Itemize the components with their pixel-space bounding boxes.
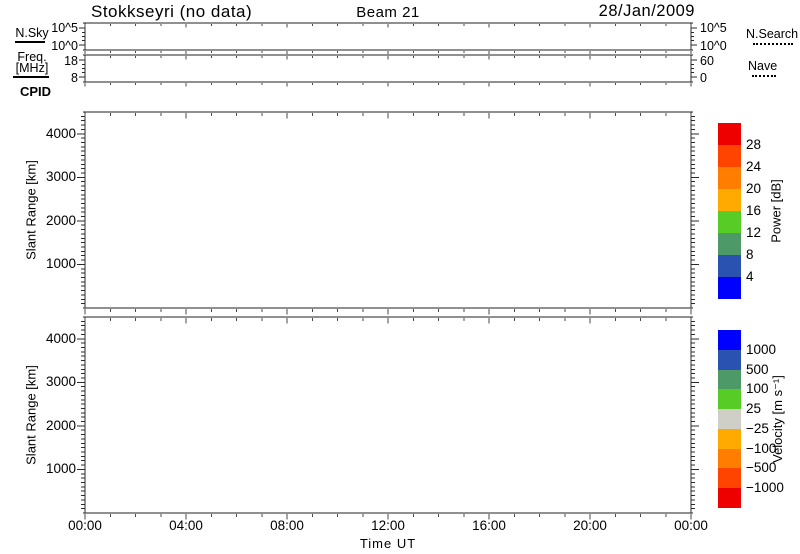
range-tick-label: 2000 xyxy=(45,212,76,228)
nave-right-tick-top: 60 xyxy=(700,53,714,68)
noise-left-tick-bottom: 10^0 xyxy=(51,38,78,53)
time-tick-label: 12:00 xyxy=(371,518,405,533)
velocity-colorbar-segment xyxy=(718,409,741,429)
power-colorbar-tick-label: 24 xyxy=(746,159,762,174)
time-tick-label: 00:00 xyxy=(674,518,708,533)
range-tick-label: 1000 xyxy=(45,256,76,272)
power-colorbar-tick-label: 8 xyxy=(746,247,754,262)
power-colorbar-tick-label: 4 xyxy=(746,269,754,284)
velocity-colorbar-segment xyxy=(718,428,741,449)
power-colorbar-tick-label: 16 xyxy=(746,203,762,218)
velocity-colorbar xyxy=(718,330,741,509)
time-tick-label: 16:00 xyxy=(472,518,506,533)
noise-left-tick-top: 10^5 xyxy=(51,21,78,35)
nave-label: Nave xyxy=(748,59,778,73)
cpid-label: CPID xyxy=(20,84,52,99)
velocity-colorbar-tick-label: −1000 xyxy=(746,480,784,496)
superdarn-summary-plot: Stokkseyri (no data) Beam 21 28/Jan/2009… xyxy=(0,0,800,554)
power-colorbar xyxy=(718,123,741,299)
freq-left-tick-top: 18 xyxy=(64,53,78,68)
velocity-colorbar-segment xyxy=(718,330,741,350)
range-tick-label: 4000 xyxy=(45,330,76,346)
power-colorbar-segment xyxy=(718,233,741,255)
time-tick-label: 08:00 xyxy=(270,518,304,533)
power-colorbar-segment xyxy=(718,123,741,145)
power-colorbar-segment xyxy=(718,167,741,189)
range-tick-label: 2000 xyxy=(45,417,76,433)
station-title: Stokkseyri (no data) xyxy=(91,2,253,21)
range-tick-label: 3000 xyxy=(45,374,76,390)
dotted-line-key-icon xyxy=(752,75,776,77)
velocity-colorbar-segment xyxy=(718,389,741,410)
time-axis-label: Time UT xyxy=(359,536,417,551)
velocity-colorbar-segment xyxy=(718,349,741,370)
power-colorbar-segment xyxy=(718,277,741,299)
velocity-colorbar-tick-label: 500 xyxy=(746,361,769,377)
freq-left-tick-bottom: 8 xyxy=(71,70,78,85)
range-tick-label: 1000 xyxy=(45,461,76,477)
date-title: 28/Jan/2009 xyxy=(598,2,695,20)
power-colorbar-tick-label: 28 xyxy=(746,137,762,152)
nave-right-tick-bottom: 0 xyxy=(700,70,707,85)
velocity-colorbar-segment xyxy=(718,468,741,489)
velocity-colorbar-segment xyxy=(718,369,741,390)
power-colorbar-segment xyxy=(718,211,741,233)
time-tick-label: 00:00 xyxy=(68,518,102,533)
range-tick-label: 3000 xyxy=(45,169,76,185)
power-colorbar-tick-label: 20 xyxy=(746,181,762,196)
power-colorbar-segment xyxy=(718,145,741,167)
velocity-colorbar-tick-label: 100 xyxy=(746,381,769,397)
nsearch-label: N.Search xyxy=(746,27,799,41)
velocity-colorbar-segment xyxy=(718,448,741,469)
range-tick-label: 4000 xyxy=(45,125,76,141)
velocity-colorbar-tick-label: −100 xyxy=(746,440,777,456)
velocity-colorbar-tick-label: 25 xyxy=(746,401,762,417)
power-colorbar-segment xyxy=(718,189,741,211)
beam-title: Beam 21 xyxy=(356,4,420,21)
velocity-colorbar-tick-label: −500 xyxy=(746,460,777,476)
noise-right-tick-bottom: 10^0 xyxy=(700,38,727,53)
power-colorbar-label: Power [dB] xyxy=(768,179,784,243)
time-tick-label: 20:00 xyxy=(573,518,607,533)
noise-right-tick-top: 10^5 xyxy=(700,21,727,35)
plot-axes-canvas xyxy=(77,22,699,520)
dotted-line-key-icon xyxy=(753,43,793,45)
velocity-colorbar-tick-label: 1000 xyxy=(746,341,777,357)
power-colorbar-segment xyxy=(718,255,741,277)
velocity-colorbar-segment xyxy=(718,488,741,509)
velocity-colorbar-tick-label: −25 xyxy=(746,420,769,436)
power-colorbar-tick-label: 12 xyxy=(746,225,762,240)
time-tick-label: 04:00 xyxy=(169,518,203,533)
